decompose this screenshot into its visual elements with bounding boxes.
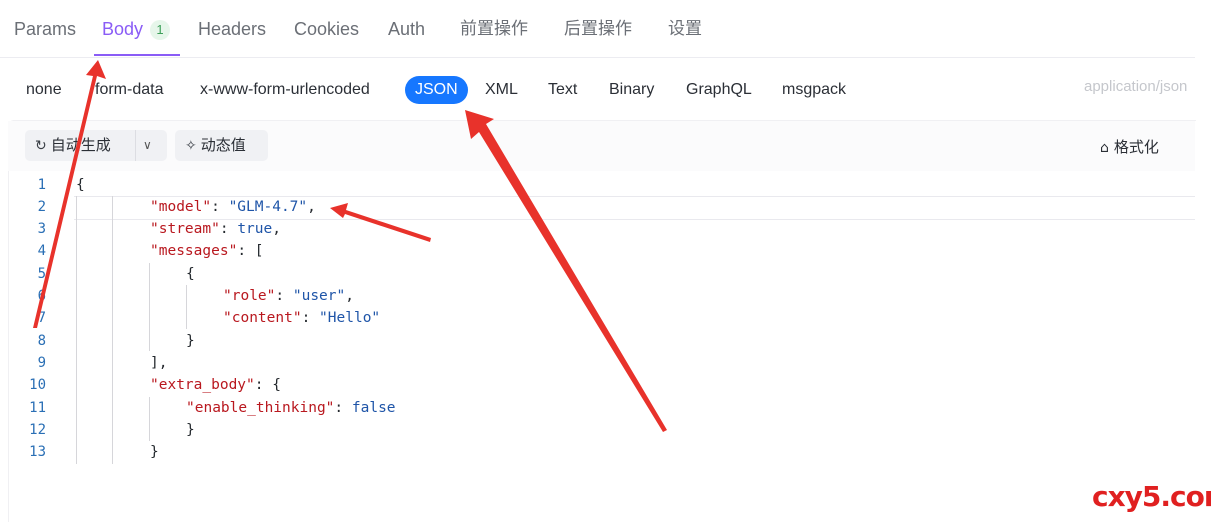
dynamic-value-button[interactable]: ✧ 动态值 xyxy=(175,130,268,161)
tab-settings[interactable]: 设置 xyxy=(668,18,702,40)
indent-guide xyxy=(186,285,187,329)
code-line-10[interactable]: "extra_body": { xyxy=(150,374,281,396)
body-type-text[interactable]: Text xyxy=(548,80,577,100)
tab-pre-operations[interactable]: 前置操作 xyxy=(460,18,528,40)
line-number: 6 xyxy=(37,288,46,304)
body-type-msgpack[interactable]: msgpack xyxy=(782,80,846,100)
line-number: 12 xyxy=(29,422,46,438)
tab-post-operations[interactable]: 后置操作 xyxy=(564,18,632,40)
auto-generate-label: 自动生成 xyxy=(50,136,111,154)
code-line-9[interactable]: ], xyxy=(150,352,167,374)
line-number: 3 xyxy=(37,221,46,237)
body-type-none[interactable]: none xyxy=(26,80,62,100)
json-string: "Hello" xyxy=(319,310,381,326)
magic-wand-icon: ✧ xyxy=(185,138,197,154)
auto-generate-button[interactable]: ↻ 自动生成 ∨ xyxy=(25,130,167,161)
body-type-xml[interactable]: XML xyxy=(485,80,518,100)
code-line-11[interactable]: "enable_thinking": false xyxy=(186,397,396,419)
line-number: 8 xyxy=(37,333,46,349)
code-line-1[interactable]: { xyxy=(76,174,85,196)
content-type-label: application/json xyxy=(1084,78,1188,95)
code-line-3[interactable]: "stream": true, xyxy=(150,218,281,240)
line-number: 9 xyxy=(37,355,46,371)
code-line-8[interactable]: } xyxy=(186,330,195,352)
body-type-x-www-form-urlencoded[interactable]: x-www-form-urlencoded xyxy=(200,80,370,100)
code-line-6[interactable]: "role": "user", xyxy=(223,285,354,307)
format-label: 格式化 xyxy=(1113,138,1159,156)
json-string: "user" xyxy=(292,288,346,304)
line-number: 13 xyxy=(29,444,46,460)
line-number: 2 xyxy=(37,199,46,215)
dynamic-value-label: 动态值 xyxy=(200,136,246,154)
line-number: 1 xyxy=(37,177,46,193)
indent-guide xyxy=(76,196,77,464)
json-string: "GLM-4.7" xyxy=(228,199,308,215)
code-line-2[interactable]: "model": "GLM-4.7", xyxy=(150,196,316,218)
json-key: "enable_thinking" xyxy=(186,400,335,416)
line-number: 10 xyxy=(29,377,46,393)
body-count-badge: 1 xyxy=(150,20,171,40)
json-key: "model" xyxy=(150,199,212,215)
format-button[interactable]: ⌂ 格式化 xyxy=(1100,136,1159,157)
json-key: "role" xyxy=(223,288,276,304)
json-boolean: true xyxy=(237,221,273,237)
code-line-13[interactable]: } xyxy=(150,441,159,463)
body-type-graphql[interactable]: GraphQL xyxy=(686,80,752,100)
json-key: "messages" xyxy=(150,243,238,259)
body-type-binary[interactable]: Binary xyxy=(609,80,654,100)
json-key: "extra_body" xyxy=(150,377,255,393)
indent-guide xyxy=(112,196,113,464)
code-line-7[interactable]: "content": "Hello" xyxy=(223,307,380,329)
request-tab-bar: Params Body 1 Headers Cookies Auth 前置操作 后… xyxy=(0,0,1195,58)
line-number: 11 xyxy=(29,400,46,416)
line-number: 5 xyxy=(37,266,46,282)
line-number: 7 xyxy=(37,310,46,326)
json-key: "stream" xyxy=(150,221,220,237)
split-divider xyxy=(135,130,136,161)
active-tab-indicator xyxy=(94,54,180,56)
tab-params[interactable]: Params xyxy=(14,18,76,40)
format-icon: ⌂ xyxy=(1100,140,1109,156)
body-type-json[interactable]: JSON xyxy=(405,76,468,104)
code-line-12[interactable]: } xyxy=(186,419,195,441)
tab-body[interactable]: Body 1 xyxy=(102,18,171,40)
indent-guide xyxy=(149,263,150,351)
line-number: 4 xyxy=(37,243,46,259)
watermark: cxy5.com xyxy=(1092,480,1211,513)
body-type-form-data[interactable]: form-data xyxy=(95,80,163,100)
tab-body-label: Body xyxy=(102,19,144,39)
chevron-down-icon[interactable]: ∨ xyxy=(143,130,152,161)
json-boolean: false xyxy=(351,400,396,416)
code-line-5[interactable]: { xyxy=(186,263,195,285)
refresh-icon: ↻ xyxy=(35,138,47,154)
code-line-4[interactable]: "messages": [ xyxy=(150,240,264,262)
tab-cookies[interactable]: Cookies xyxy=(294,18,359,40)
json-key: "content" xyxy=(223,310,302,326)
indent-guide xyxy=(149,397,150,441)
tab-auth[interactable]: Auth xyxy=(388,18,425,40)
tab-headers[interactable]: Headers xyxy=(198,18,266,40)
